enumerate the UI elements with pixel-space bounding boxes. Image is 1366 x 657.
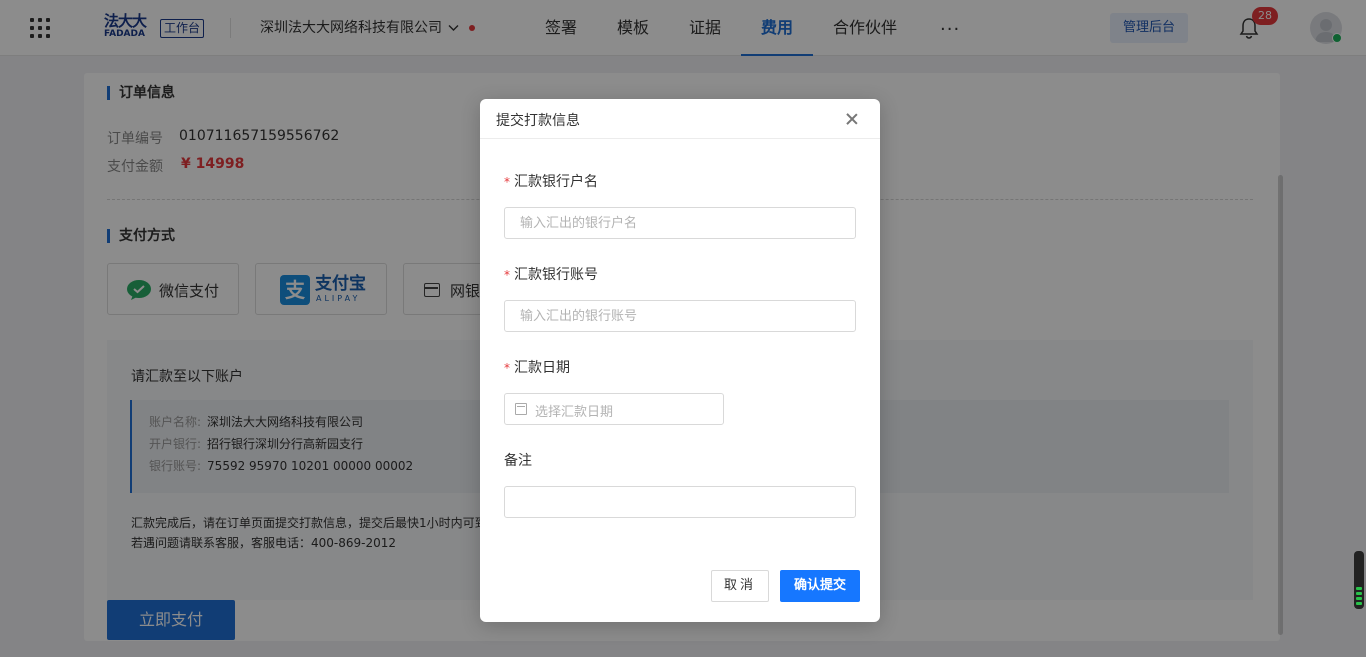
bank-account-name-input[interactable] (504, 207, 856, 239)
dialog-title: 提交打款信息 (496, 113, 580, 129)
cancel-button[interactable]: 取消 (711, 570, 769, 602)
side-status-indicator (1354, 551, 1364, 609)
remit-date-placeholder: 选择汇款日期 (535, 405, 614, 420)
dialog-header: 提交打款信息 (480, 99, 880, 139)
remit-date-picker[interactable]: 选择汇款日期 (504, 393, 724, 425)
remark-label: 备注 (504, 453, 532, 469)
remit-date-label: * 汇款日期 (504, 360, 570, 376)
bank-account-number-label: * 汇款银行账号 (504, 267, 598, 283)
bank-account-name-label: * 汇款银行户名 (504, 174, 598, 190)
calendar-icon (515, 403, 527, 415)
submit-remittance-dialog: 提交打款信息 *汇款银行户名 *汇款银行账号 *汇款日期 选择汇款日期 备注 取… (480, 99, 880, 622)
remark-input[interactable] (504, 486, 856, 518)
close-icon[interactable] (844, 111, 860, 127)
confirm-submit-button[interactable]: 确认提交 (780, 570, 860, 602)
bank-account-number-input[interactable] (504, 300, 856, 332)
